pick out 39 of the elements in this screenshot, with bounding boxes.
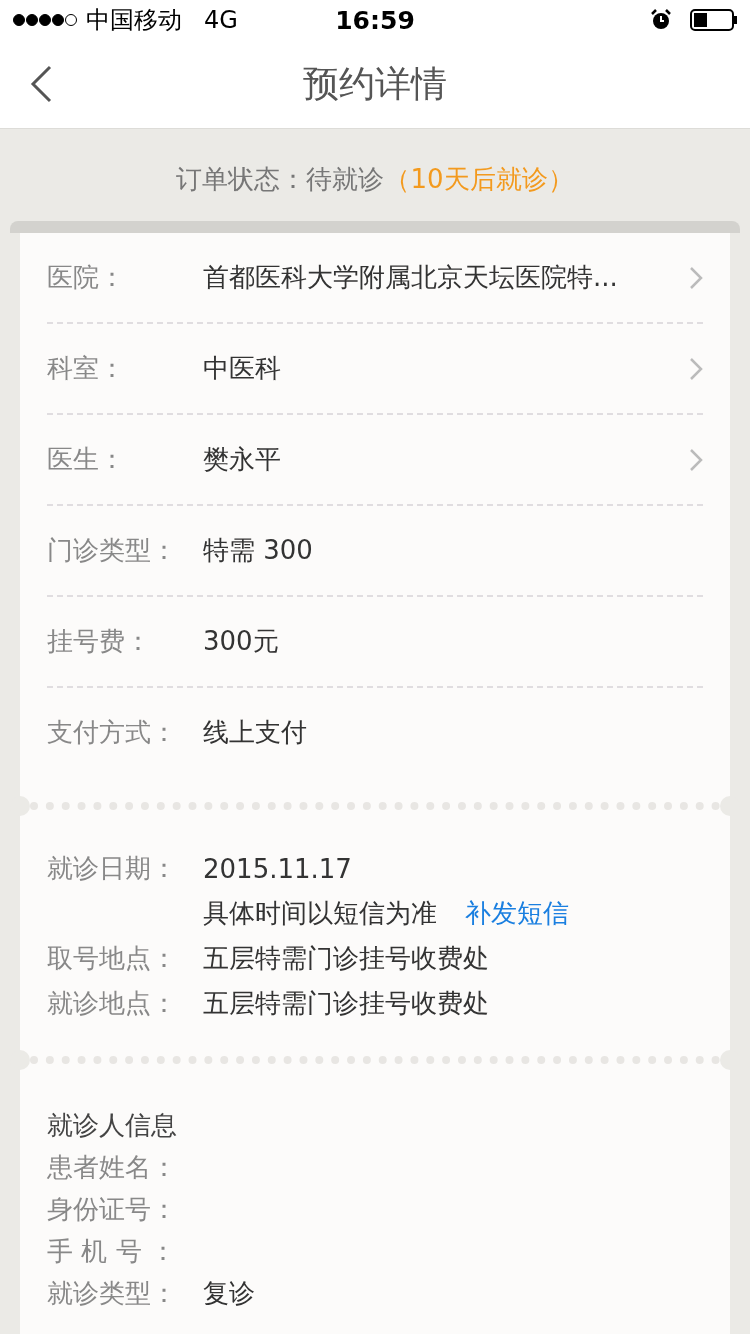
field-value: 具体时间以短信为准 [203, 897, 437, 930]
field-label: 医生： [47, 443, 126, 476]
field-value: 复诊 [203, 1276, 255, 1310]
field-label: 身份证号： [47, 1192, 178, 1226]
page-title: 预约详情 [303, 61, 447, 106]
field-label: 医院： [47, 261, 126, 294]
field-label: 就诊类型： [47, 1276, 178, 1310]
field-value: 300元 [203, 625, 279, 658]
section-title: 就诊人信息 [47, 1108, 177, 1142]
resend-sms-link[interactable]: 补发短信 [465, 896, 569, 931]
field-value: 2015.11.17 [203, 853, 352, 884]
field-value: 特需 300 [203, 534, 313, 567]
field-value: 五层特需门诊挂号收费处 [203, 942, 489, 975]
field-label: 门诊类型： [47, 534, 178, 567]
signal-icon [12, 13, 78, 27]
chevron-right-icon[interactable] [689, 265, 703, 290]
field-label: 支付方式： [47, 716, 178, 749]
network-type: 4G [204, 6, 238, 34]
field-value[interactable]: 樊永平 [203, 442, 281, 477]
order-status: 订单状态：待就诊 [176, 164, 385, 194]
carrier-name: 中国移动 [86, 5, 182, 36]
field-label: 挂号费： [47, 625, 152, 658]
field-label: 就诊日期： [47, 852, 178, 885]
chevron-right-icon[interactable] [689, 356, 703, 381]
visit-countdown: （10天后就诊） [384, 164, 574, 194]
clock-time: 16:59 [335, 5, 415, 35]
field-value[interactable]: 首都医科大学附属北京天坛医院特... [203, 260, 618, 295]
chevron-right-icon[interactable] [689, 447, 703, 472]
field-label: 患者姓名： [47, 1150, 178, 1184]
back-icon[interactable] [30, 65, 52, 103]
field-label: 手 机 号 ： [47, 1234, 177, 1268]
battery-icon [690, 9, 738, 31]
field-label: 科室： [47, 352, 126, 385]
field-value: 线上支付 [203, 716, 307, 749]
field-label: 就诊地点： [47, 987, 178, 1020]
field-label: 取号地点： [47, 942, 178, 975]
field-value: 五层特需门诊挂号收费处 [203, 987, 489, 1020]
field-value[interactable]: 中医科 [203, 351, 281, 386]
alarm-icon [650, 9, 672, 31]
